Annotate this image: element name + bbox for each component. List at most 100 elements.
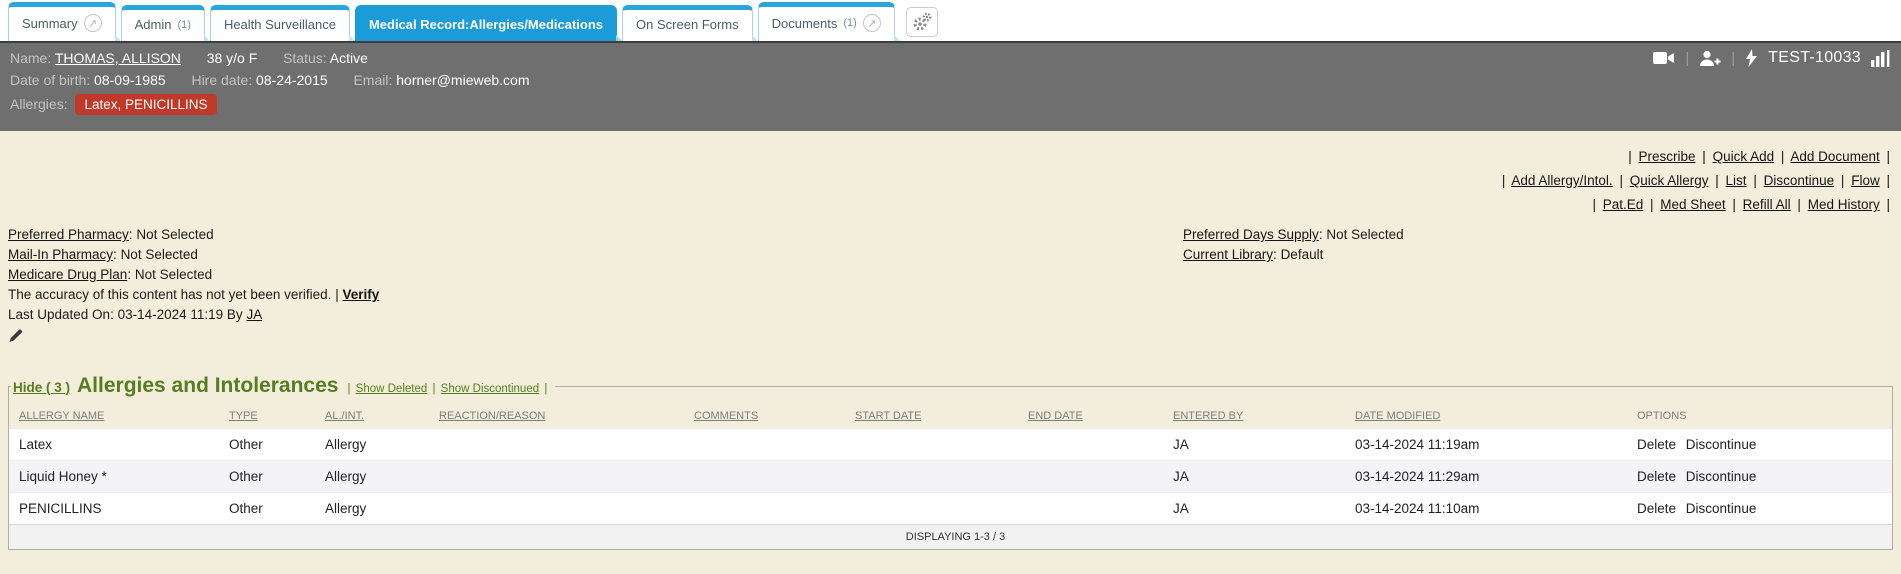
settings-button[interactable] (905, 7, 938, 37)
pipe-separator: | (1732, 197, 1736, 212)
sort-date-modified[interactable]: DATE MODIFIED (1355, 410, 1440, 422)
tab-documents[interactable]: Documents (1) ↗ (757, 2, 901, 41)
patient-id: TEST-10033 (1768, 49, 1861, 66)
popout-icon[interactable]: ↗ (83, 14, 102, 32)
tab-health-surveillance[interactable]: Health Surveillance (209, 5, 355, 41)
sort-comments[interactable]: COMMENTS (694, 410, 758, 422)
table-footer-row: DISPLAYING 1-3 / 3 (9, 524, 1892, 549)
pat-ed-link[interactable]: Pat.Ed (1603, 197, 1644, 212)
colon: : (128, 227, 133, 242)
pipe-separator: | (1886, 197, 1890, 212)
medicare-drug-plan-link[interactable]: Medicare Drug Plan (8, 267, 127, 282)
med-sheet-link[interactable]: Med Sheet (1660, 197, 1725, 212)
quick-allergy-link[interactable]: Quick Allergy (1630, 173, 1709, 188)
preferred-days-supply-row: Preferred Days Supply: Not Selected (1183, 225, 1404, 245)
dob-value: 08-09-1985 (94, 72, 166, 88)
cell-reaction (431, 460, 686, 493)
mail-in-pharmacy-value: Not Selected (120, 247, 198, 262)
pipe-separator: | (347, 383, 351, 395)
prescribe-link[interactable]: Prescribe (1638, 149, 1695, 164)
discontinue-link[interactable]: Discontinue (1686, 437, 1757, 452)
current-library-row: Current Library: Default (1183, 245, 1404, 265)
delete-link[interactable]: Delete (1637, 501, 1676, 516)
current-library-link[interactable]: Current Library (1183, 247, 1273, 262)
tab-admin[interactable]: Admin (1) (120, 5, 211, 41)
allergies-badge[interactable]: Latex, PENICILLINS (75, 94, 217, 115)
pipe-separator: | (432, 383, 436, 395)
sort-end-date[interactable]: END DATE (1028, 410, 1083, 422)
tab-summary-label: Summary (22, 15, 78, 31)
colon: : (127, 267, 132, 282)
tab-medical-record-label: Medical Record:Allergies/Medications (368, 17, 604, 32)
supply-info-block: Preferred Days Supply: Not Selected Curr… (1183, 225, 1404, 265)
cell-options: Delete Discontinue (1629, 460, 1892, 493)
cell-al-int: Allergy (317, 428, 431, 461)
hire-date-label: Hire date: (191, 72, 253, 88)
add-person-icon[interactable] (1699, 50, 1721, 67)
pipe-separator: | (1592, 197, 1596, 212)
discontinue-link[interactable]: Discontinue (1686, 469, 1757, 484)
add-allergy-intol-link[interactable]: Add Allergy/Intol. (1511, 173, 1612, 188)
quick-add-link[interactable]: Quick Add (1713, 149, 1775, 164)
delete-link[interactable]: Delete (1637, 437, 1676, 452)
table-row[interactable]: PENICILLINS Other Allergy JA 03-14-2024 … (9, 492, 1892, 525)
discontinue-link[interactable]: Discontinue (1764, 173, 1835, 188)
cell-al-int: Allergy (317, 492, 431, 525)
show-discontinued-link[interactable]: Show Discontinued (441, 383, 539, 395)
preferred-pharmacy-link[interactable]: Preferred Pharmacy (8, 227, 129, 242)
popout-icon[interactable]: ↗ (862, 14, 881, 32)
pipe-separator: | (1780, 149, 1785, 164)
bar-chart-icon[interactable] (1871, 49, 1891, 67)
hide-section-link[interactable]: Hide ( 3 ) (13, 380, 70, 395)
discontinue-link[interactable]: Discontinue (1686, 501, 1757, 516)
sort-allergy-name[interactable]: ALLERGY NAME (19, 410, 104, 422)
cell-al-int: Allergy (317, 460, 431, 493)
pipe-separator: | (1715, 173, 1719, 188)
main-content: | Prescribe | Quick Add | Add Document |… (0, 145, 1901, 550)
allergies-label: Allergies: (10, 96, 68, 112)
action-links: | Prescribe | Quick Add | Add Document |… (8, 145, 1893, 217)
status-label: Status: (283, 50, 327, 66)
icon-separator: | (1731, 49, 1736, 67)
table-header-row: ALLERGY NAME TYPE AL./INT. REACTION/REAS… (9, 404, 1892, 429)
tab-summary[interactable]: Summary ↗ (8, 2, 121, 41)
flow-link[interactable]: Flow (1851, 173, 1880, 188)
medicare-drug-plan-row: Medicare Drug Plan: Not Selected (8, 265, 1893, 285)
cell-entered-by: JA (1165, 460, 1347, 493)
sort-al-int[interactable]: AL./INT. (325, 410, 364, 422)
cell-reaction (431, 428, 686, 461)
dob-label: Date of birth: (10, 72, 91, 88)
delete-link[interactable]: Delete (1637, 469, 1676, 484)
last-updated-by-link[interactable]: JA (246, 307, 262, 322)
tab-admin-count: (1) (177, 18, 191, 31)
email-label: Email: (353, 72, 393, 88)
preferred-days-supply-link[interactable]: Preferred Days Supply (1183, 227, 1319, 242)
cell-date-modified: 03-14-2024 11:10am (1347, 492, 1629, 525)
refill-all-link[interactable]: Refill All (1743, 197, 1791, 212)
pipe-separator: | (1619, 173, 1623, 188)
sort-start-date[interactable]: START DATE (855, 410, 921, 422)
pencil-icon[interactable] (8, 327, 23, 342)
med-history-link[interactable]: Med History (1808, 197, 1880, 212)
video-camera-icon[interactable] (1653, 50, 1675, 66)
cell-entered-by: JA (1165, 428, 1347, 461)
show-deleted-link[interactable]: Show Deleted (356, 383, 428, 395)
table-row[interactable]: Latex Other Allergy JA 03-14-2024 11:19a… (9, 428, 1892, 461)
sort-reaction-reason[interactable]: REACTION/REASON (439, 410, 545, 422)
list-link[interactable]: List (1726, 173, 1747, 188)
patient-name-row: Name: THOMAS, ALLISON 38 y/o F Status: A… (10, 47, 1891, 69)
patient-name-link[interactable]: THOMAS, ALLISON (55, 50, 181, 66)
table-row[interactable]: Liquid Honey * Other Allergy JA 03-14-20… (9, 460, 1892, 493)
tab-medical-record-allergies-medications[interactable]: Medical Record:Allergies/Medications (354, 5, 623, 41)
mail-in-pharmacy-link[interactable]: Mail-In Pharmacy (8, 247, 113, 262)
tab-on-screen-forms[interactable]: On Screen Forms (622, 5, 758, 41)
sort-entered-by[interactable]: ENTERED BY (1173, 410, 1243, 422)
add-document-link[interactable]: Add Document (1790, 149, 1879, 164)
preferred-pharmacy-value: Not Selected (136, 227, 214, 242)
cell-date-modified: 03-14-2024 11:19am (1347, 428, 1629, 461)
pharmacy-info-block: Preferred Pharmacy: Not Selected Mail-In… (8, 225, 1893, 348)
lightning-icon[interactable] (1745, 49, 1758, 67)
pipe-separator: | (335, 287, 339, 302)
verify-link[interactable]: Verify (342, 287, 379, 302)
sort-type[interactable]: TYPE (229, 410, 258, 422)
